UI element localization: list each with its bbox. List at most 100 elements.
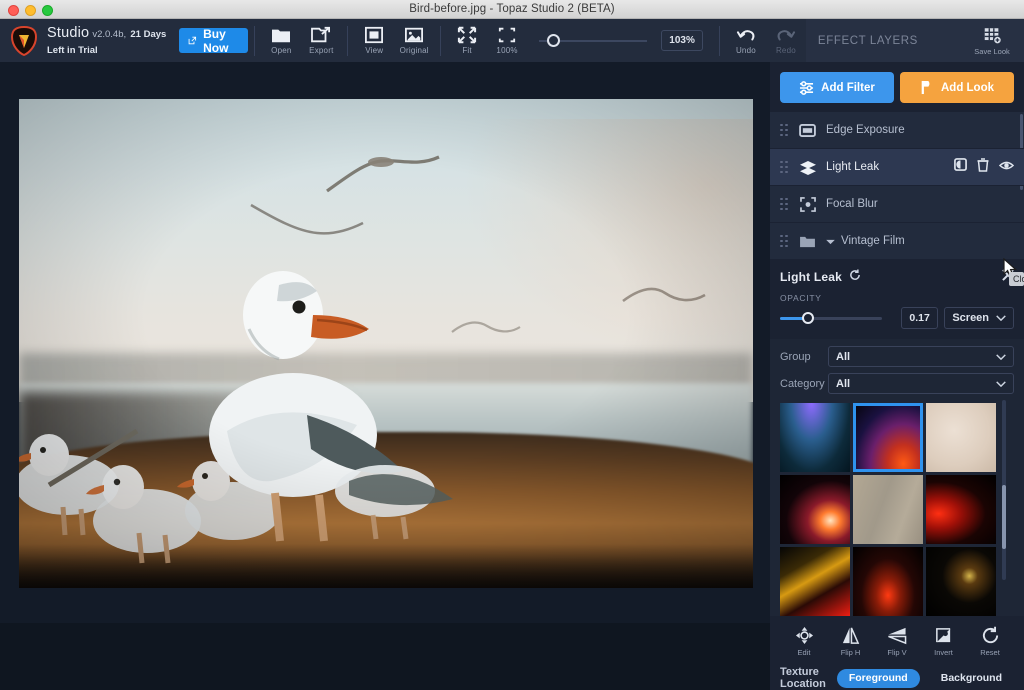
- texture-thumbnail[interactable]: [780, 547, 850, 616]
- texture-location-background-option[interactable]: Background: [929, 669, 1014, 688]
- add-filter-label: Add Filter: [821, 81, 875, 94]
- open-button[interactable]: Open: [261, 19, 301, 62]
- layer-row-light-leak[interactable]: Light Leak: [770, 149, 1024, 186]
- texture-thumbnail[interactable]: [926, 547, 996, 616]
- actual-size-icon: [498, 27, 516, 43]
- texture-location-row: Texture Location Foreground Background: [770, 657, 1024, 690]
- save-look-label: Save Look: [974, 46, 1010, 56]
- opacity-slider[interactable]: [780, 311, 882, 324]
- actual-size-button[interactable]: 100%: [487, 19, 527, 62]
- zoom-slider[interactable]: 103%: [539, 30, 704, 51]
- blend-mode-select[interactable]: Screen: [944, 307, 1014, 329]
- zoom-slider-track[interactable]: [539, 33, 648, 47]
- fit-button[interactable]: Fit: [447, 19, 487, 62]
- redo-button[interactable]: Redo: [766, 19, 806, 62]
- texture-thumbnail[interactable]: [780, 403, 850, 472]
- eye-icon[interactable]: [998, 158, 1015, 176]
- drag-handle-icon[interactable]: [780, 234, 789, 248]
- texture-location-foreground-option[interactable]: Foreground: [836, 668, 920, 688]
- texture-thumbnail[interactable]: [853, 547, 923, 616]
- file-tools-group: Open Export: [261, 19, 341, 62]
- flip-v-button[interactable]: Flip V: [879, 626, 915, 657]
- layer-row-vintage-film[interactable]: Vintage Film: [770, 223, 1024, 260]
- effect-layers-title: EFFECT LAYERS: [817, 34, 918, 47]
- layer-row-focal-blur[interactable]: Focal Blur: [770, 186, 1024, 223]
- opacity-value-input[interactable]: 0.17: [900, 307, 939, 329]
- texture-thumbnail[interactable]: [926, 403, 996, 472]
- mask-icon[interactable]: [954, 158, 967, 176]
- trash-icon[interactable]: [977, 157, 989, 177]
- toolbar-divider: [254, 25, 256, 56]
- buy-now-label: Buy Now: [203, 26, 229, 55]
- texture-thumbnail-grid-wrapper: [780, 400, 1014, 616]
- export-button[interactable]: Export: [301, 19, 341, 62]
- chevron-down-icon[interactable]: [826, 232, 835, 250]
- original-label: Original: [399, 46, 429, 55]
- main-toolbar: Studio v2.0.4b, 21 Days Left in Trial Buy…: [0, 19, 1024, 62]
- texture-thumbnail-selected[interactable]: [853, 403, 923, 472]
- original-button[interactable]: Original: [394, 19, 434, 62]
- texture-grid-scrollbar-thumb[interactable]: [1002, 485, 1006, 549]
- texture-grid-scrollbar[interactable]: [1002, 400, 1006, 580]
- brand-version: v2.0.4b,: [92, 28, 127, 40]
- edit-move-icon: [795, 626, 813, 645]
- minimize-window-button[interactable]: [25, 5, 36, 16]
- texture-selection-section: Group All Category All: [770, 339, 1024, 616]
- fit-label: Fit: [462, 46, 472, 55]
- zoom-tools-group: Fit 100% 103%: [447, 19, 704, 62]
- view-tools-group: View Original: [354, 19, 434, 62]
- flip-h-button[interactable]: Flip H: [833, 626, 869, 657]
- undo-button[interactable]: Undo: [726, 19, 766, 62]
- texture-thumbnail[interactable]: [780, 475, 850, 544]
- chevron-down-icon: [996, 378, 1006, 390]
- category-filter-row: Category All: [780, 373, 1014, 394]
- reset-button[interactable]: Reset: [972, 626, 1008, 657]
- add-look-button[interactable]: Add Look: [900, 72, 1014, 103]
- zoom-slider-handle[interactable]: [547, 33, 561, 47]
- view-button[interactable]: View: [354, 19, 394, 62]
- layer-actions: [954, 157, 1015, 177]
- category-select[interactable]: All: [828, 373, 1014, 394]
- drag-handle-icon[interactable]: [780, 197, 789, 211]
- brand-text: Studio v2.0.4b, 21 Days Left in Trial: [47, 25, 167, 57]
- save-look-button[interactable]: Save Look: [970, 26, 1014, 56]
- reset-circular-arrow-icon[interactable]: [849, 268, 861, 286]
- add-buttons-row: Add Filter Add Look: [770, 62, 1024, 112]
- original-image-icon: [405, 27, 424, 43]
- maximize-window-button[interactable]: [42, 5, 53, 16]
- chevron-down-icon: [996, 351, 1006, 363]
- toolbar-divider-2: [347, 25, 349, 56]
- edit-tool-button[interactable]: Edit: [786, 626, 822, 657]
- edge-exposure-icon: [798, 123, 817, 137]
- toolbar-divider-4: [719, 25, 720, 56]
- zoom-level-value[interactable]: 103%: [661, 30, 704, 51]
- texture-thumbnail[interactable]: [853, 475, 923, 544]
- actual-size-label: 100%: [496, 46, 518, 55]
- opacity-label: OPACITY: [780, 293, 822, 303]
- flip-h-label: Flip H: [840, 648, 861, 657]
- texture-thumbnail[interactable]: [926, 475, 996, 544]
- export-label: Export: [309, 46, 334, 55]
- focal-blur-icon: [798, 196, 817, 212]
- drag-handle-icon[interactable]: [780, 123, 789, 137]
- layer-name: Edge Exposure: [826, 124, 905, 136]
- buy-now-button[interactable]: Buy Now: [179, 26, 249, 55]
- image-canvas-area[interactable]: [0, 62, 770, 623]
- layer-row-edge-exposure[interactable]: Edge Exposure: [770, 112, 1024, 149]
- flip-v-label: Flip V: [887, 648, 907, 657]
- external-link-icon: [189, 36, 197, 45]
- window-controls[interactable]: [8, 5, 53, 16]
- close-window-button[interactable]: [8, 5, 19, 16]
- topaz-logo-icon: [10, 25, 38, 56]
- drag-handle-icon[interactable]: [780, 160, 789, 174]
- invert-icon: [936, 628, 951, 643]
- edited-photo[interactable]: [19, 99, 753, 588]
- save-look-icon: [984, 27, 1003, 45]
- invert-button[interactable]: Invert: [926, 626, 962, 657]
- texture-thumbnail-grid: [780, 403, 996, 616]
- light-leak-icon: [798, 160, 817, 175]
- group-select[interactable]: All: [828, 346, 1014, 367]
- opacity-slider-handle[interactable]: [802, 311, 814, 324]
- add-filter-button[interactable]: Add Filter: [780, 72, 894, 103]
- layer-name: Vintage Film: [841, 235, 905, 247]
